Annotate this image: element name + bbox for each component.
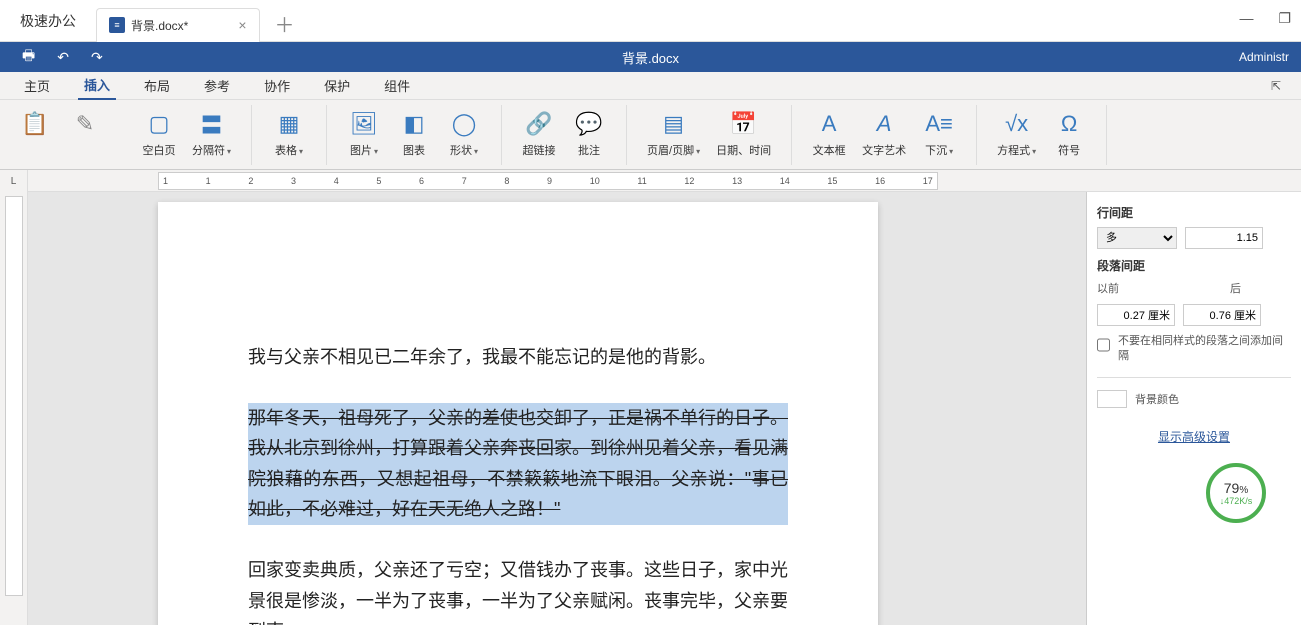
before-label: 以前: [1097, 280, 1119, 296]
document-title: 背景.docx: [622, 48, 679, 67]
no-space-same-style-checkbox[interactable]: [1097, 334, 1110, 356]
horizontal-ruler[interactable]: 11234567891011121314151617: [158, 172, 938, 190]
undo-icon[interactable]: ↶: [57, 49, 69, 66]
shape-icon: ◯: [452, 110, 477, 138]
line-spacing-value-input[interactable]: [1185, 227, 1263, 249]
paragraph-2-selected[interactable]: 那年冬天，祖母死了，父亲的差使也交卸了，正是祸不单行的日子。我从北京到徐州，打算…: [248, 403, 788, 525]
menu-plugin[interactable]: 组件: [378, 72, 416, 99]
menu-insert[interactable]: 插入: [78, 71, 116, 100]
title-bar: 极速办公 ≡ 背景.docx* × ＋ — ❐: [0, 0, 1301, 42]
hyperlink-icon: 🔗: [525, 110, 552, 138]
bg-color-swatch[interactable]: [1097, 390, 1127, 408]
word-art-button[interactable]: A文字艺术: [862, 110, 906, 158]
canvas-area[interactable]: 我与父亲不相见已二年余了，我最不能忘记的是他的背影。 那年冬天，祖母死了，父亲的…: [28, 192, 1086, 625]
menu-collab[interactable]: 协作: [258, 72, 296, 99]
advanced-settings-link[interactable]: 显示高级设置: [1097, 428, 1291, 445]
close-tab-icon[interactable]: ×: [238, 17, 246, 33]
workspace: 我与父亲不相见已二年余了，我最不能忘记的是他的背影。 那年冬天，祖母死了，父亲的…: [0, 192, 1301, 625]
date-time-button[interactable]: 📅日期、时间: [716, 110, 771, 158]
chart-button[interactable]: ◧图表: [397, 110, 431, 158]
comment-icon: 💬: [575, 110, 602, 138]
new-tab-button[interactable]: ＋: [275, 9, 295, 38]
header-footer-icon: ▤: [663, 110, 684, 138]
table-icon: ▦: [279, 110, 300, 138]
clipboard-icon: 📋: [21, 110, 48, 138]
user-name[interactable]: Administr: [1239, 50, 1289, 64]
spacing-before-input[interactable]: [1097, 304, 1175, 326]
document-tab[interactable]: ≡ 背景.docx* ×: [96, 8, 260, 42]
blank-page-button[interactable]: ▢空白页: [142, 110, 176, 158]
page-break-icon: 〓: [201, 110, 223, 138]
paste-icon: ✎: [76, 110, 94, 138]
after-label: 后: [1230, 280, 1241, 296]
no-space-label: 不要在相同样式的段落之间添加间隔: [1118, 334, 1291, 365]
menu-protect[interactable]: 保护: [318, 72, 356, 99]
progress-indicator: 79% ↓472K/s: [1206, 463, 1266, 523]
menu-layout[interactable]: 布局: [138, 72, 176, 99]
page-break-button[interactable]: 〓分隔符▾: [192, 110, 231, 158]
collapse-ribbon-icon[interactable]: ⇱: [1271, 79, 1281, 93]
text-box-button[interactable]: A文本框: [812, 110, 846, 158]
ruler-top-container: L 11234567891011121314151617: [0, 170, 1301, 192]
line-spacing-label: 行间距: [1097, 204, 1291, 221]
comment-button[interactable]: 💬批注: [572, 110, 606, 158]
paragraph-1[interactable]: 我与父亲不相见已二年余了，我最不能忘记的是他的背影。: [248, 342, 788, 373]
line-spacing-mode-select[interactable]: 多: [1097, 227, 1177, 249]
blank-page-icon: ▢: [149, 110, 170, 138]
para-spacing-label: 段落间距: [1097, 257, 1291, 274]
drop-cap-button[interactable]: A≡下沉▾: [922, 110, 956, 158]
word-art-icon: A: [877, 110, 892, 138]
quick-access-bar: 🖶 ↶ ↷ 背景.docx Administr: [0, 42, 1301, 72]
doc-icon: ≡: [109, 17, 125, 33]
paragraph-panel: 行间距 多 段落间距 以前 后 不要在相同样式的段落之间添加间隔 背景颜色 显示…: [1086, 192, 1301, 625]
equation-icon: √x: [1005, 110, 1028, 138]
picture-icon: 🖼: [350, 110, 378, 138]
symbol-button[interactable]: Ω符号: [1052, 110, 1086, 158]
app-name: 极速办公: [0, 11, 96, 31]
picture-button[interactable]: 🖼图片▾: [347, 110, 381, 158]
bg-color-label: 背景颜色: [1135, 391, 1179, 407]
minimize-icon[interactable]: —: [1239, 10, 1253, 27]
equation-button[interactable]: √x方程式▾: [997, 110, 1036, 158]
window-controls: — ❐: [1239, 10, 1291, 27]
paste-button[interactable]: ✎: [68, 110, 102, 138]
menu-bar: 主页 插入 布局 参考 协作 保护 组件 ⇱: [0, 72, 1301, 100]
text-box-icon: A: [822, 110, 837, 138]
menu-home[interactable]: 主页: [18, 72, 56, 99]
print-icon[interactable]: 🖶: [22, 45, 35, 69]
maximize-icon[interactable]: ❐: [1278, 10, 1291, 27]
vertical-ruler[interactable]: [5, 196, 23, 596]
table-button[interactable]: ▦表格▾: [272, 110, 306, 158]
hyperlink-button[interactable]: 🔗超链接: [522, 110, 556, 158]
date-time-icon: 📅: [730, 110, 757, 138]
clipboard-button[interactable]: 📋: [18, 110, 52, 138]
header-footer-button[interactable]: ▤页眉/页脚▾: [647, 110, 700, 158]
spacing-after-input[interactable]: [1183, 304, 1261, 326]
menu-refs[interactable]: 参考: [198, 72, 236, 99]
shape-button[interactable]: ◯形状▾: [447, 110, 481, 158]
left-ruler-column: [0, 192, 28, 625]
tab-title: 背景.docx*: [131, 17, 188, 34]
ribbon: 📋 ✎ ▢空白页 〓分隔符▾ ▦表格▾ 🖼图片▾ ◧图表 ◯形状▾ 🔗超链接 💬批…: [0, 100, 1301, 170]
chart-icon: ◧: [404, 110, 425, 138]
drop-cap-icon: A≡: [925, 110, 953, 138]
redo-icon[interactable]: ↷: [91, 49, 103, 66]
ruler-corner: L: [0, 170, 28, 192]
paragraph-3[interactable]: 回家变卖典质，父亲还了亏空；又借钱办了丧事。这些日子，家中光景很是惨淡，一半为了…: [248, 555, 788, 625]
progress-percent: 79: [1224, 480, 1240, 496]
progress-speed: 472K/s: [1224, 496, 1252, 506]
symbol-icon: Ω: [1061, 110, 1077, 138]
page: 我与父亲不相见已二年余了，我最不能忘记的是他的背影。 那年冬天，祖母死了，父亲的…: [158, 202, 878, 625]
